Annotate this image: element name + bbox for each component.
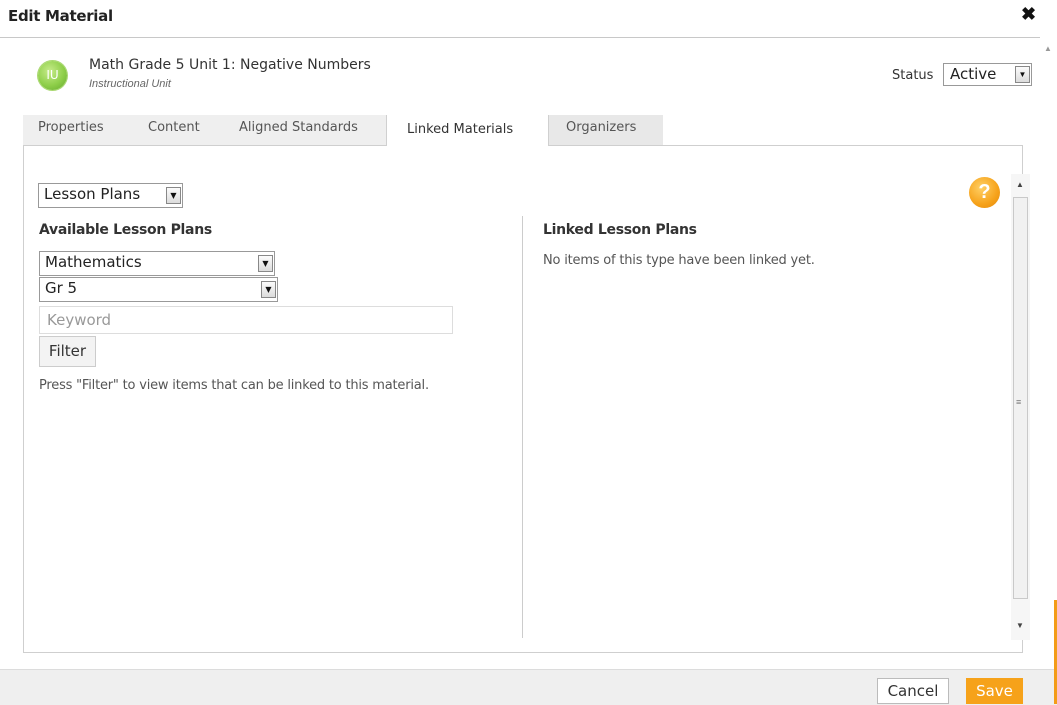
dialog-title: Edit Material — [8, 7, 113, 25]
chevron-down-icon[interactable]: ▼ — [1015, 66, 1030, 83]
subject-select[interactable]: Mathematics ▼ — [39, 251, 275, 276]
material-type-select[interactable]: Lesson Plans ▼ — [38, 183, 183, 208]
material-type-avatar: IU — [38, 61, 67, 90]
grade-select[interactable]: Gr 5 ▼ — [39, 277, 278, 302]
available-section-title: Available Lesson Plans — [39, 222, 212, 238]
material-title: Math Grade 5 Unit 1: Negative Numbers — [89, 57, 371, 73]
tab-organizers[interactable]: Organizers — [566, 120, 636, 135]
tab-linked-materials[interactable]: Linked Materials — [407, 122, 513, 137]
close-icon[interactable]: ✖ — [1021, 4, 1036, 25]
scroll-grip-icon: ≡ — [1016, 397, 1022, 407]
scroll-up-arrow-icon[interactable]: ▲ — [1016, 180, 1024, 189]
keyword-input[interactable] — [40, 307, 452, 333]
scrollbar-thumb[interactable]: ≡ — [1013, 197, 1028, 599]
grade-select-value: Gr 5 — [45, 279, 78, 297]
status-select[interactable]: Active ▼ — [943, 63, 1032, 86]
scroll-up-arrow-icon[interactable]: ▲ — [1044, 44, 1052, 53]
cancel-button[interactable]: Cancel — [877, 678, 949, 704]
filter-button[interactable]: Filter — [39, 336, 96, 367]
panel-scrollbar[interactable]: ▲ ≡ ▼ — [1011, 174, 1030, 640]
material-type-select-value: Lesson Plans — [44, 185, 141, 203]
dialog-scrollbar[interactable]: ▲ — [1040, 38, 1057, 670]
save-button[interactable]: Save — [966, 678, 1023, 704]
empty-linked-message: No items of this type have been linked y… — [543, 253, 815, 268]
material-type: Instructional Unit — [89, 78, 171, 90]
column-divider — [522, 216, 523, 638]
tab-aligned-standards[interactable]: Aligned Standards — [239, 120, 358, 135]
scroll-down-arrow-icon[interactable]: ▼ — [1016, 621, 1024, 630]
filter-hint: Press "Filter" to view items that can be… — [39, 378, 429, 393]
title-divider — [0, 37, 1040, 38]
chevron-down-icon[interactable]: ▼ — [166, 187, 181, 204]
tab-content[interactable]: Content — [148, 120, 200, 135]
chevron-down-icon[interactable]: ▼ — [258, 255, 273, 272]
tab-properties[interactable]: Properties — [38, 120, 104, 135]
keyword-input-wrapper — [39, 306, 453, 334]
chevron-down-icon[interactable]: ▼ — [261, 281, 276, 298]
help-icon[interactable]: ? — [969, 177, 1000, 208]
subject-select-value: Mathematics — [45, 253, 142, 271]
status-value: Active — [950, 65, 997, 83]
linked-section-title: Linked Lesson Plans — [543, 222, 697, 238]
status-label: Status — [892, 68, 934, 83]
